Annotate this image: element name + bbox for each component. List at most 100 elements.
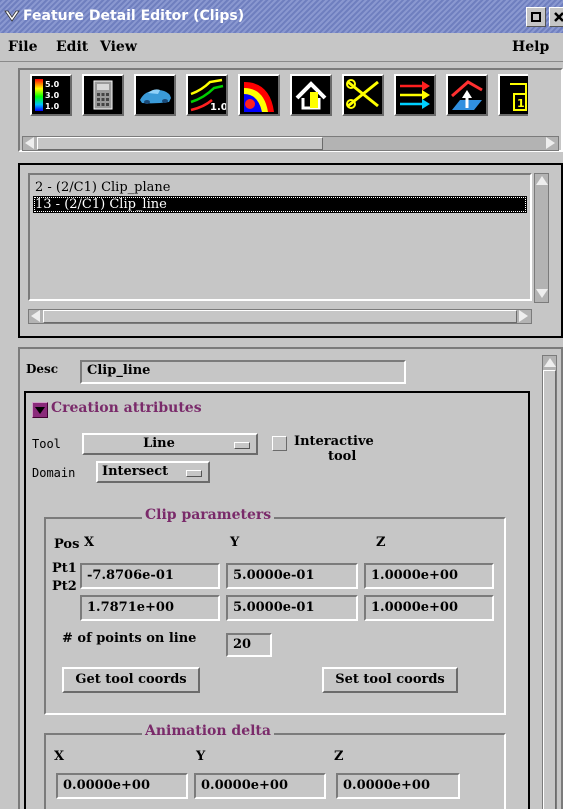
triangle-down-icon (35, 407, 45, 414)
clip-button[interactable] (342, 74, 384, 116)
feature-list[interactable]: 2 - (2/C1) Clip_plane 13 - (2/C1) Clip_l… (28, 173, 532, 301)
pt1-z-field[interactable]: 1.0000e+00 (364, 563, 494, 589)
list-hscrollbar[interactable] (28, 309, 532, 324)
pt2-x-field[interactable]: 1.7871e+00 (80, 595, 220, 621)
get-tool-coords-button[interactable]: Get tool coords (62, 667, 200, 693)
list-item[interactable]: 2 - (2/C1) Clip_plane (33, 179, 527, 196)
minimize-icon (531, 12, 541, 22)
scroll-right-icon[interactable] (546, 137, 555, 149)
collapse-toggle[interactable] (32, 402, 48, 418)
menu-view[interactable]: View (100, 39, 137, 55)
isosurface-button[interactable] (238, 74, 280, 116)
toolbar-scroll-thumb[interactable] (37, 137, 323, 150)
elevate-button[interactable] (446, 74, 488, 116)
clip-parameters-group: Clip parameters Pos X Y Z Pt1 Pt2 -7.870… (44, 507, 506, 715)
anim-y-field[interactable]: 0.0000e+00 (194, 773, 326, 799)
tool-select[interactable]: Line (82, 433, 258, 455)
feature-list-frame: 2 - (2/C1) Clip_plane 13 - (2/C1) Clip_l… (18, 163, 563, 338)
num-points-field[interactable]: 20 (226, 633, 272, 657)
option-menu-icon (234, 442, 250, 449)
pt2-z-field[interactable]: 1.0000e+00 (364, 595, 494, 621)
pt1-y-field[interactable]: 5.0000e-01 (226, 563, 358, 589)
contour-value-label: 1.0 (210, 102, 226, 113)
contour-lines-icon: 1.0 (190, 78, 228, 113)
pt2-label: Pt2 (52, 579, 77, 594)
creation-attributes-title: Creation attributes (51, 400, 202, 416)
clip-parameters-title: Clip parameters (142, 507, 275, 523)
isosurface-icon (244, 82, 274, 112)
contour-button[interactable]: 1.0 (186, 74, 228, 116)
tool-select-value: Line (143, 436, 175, 451)
desc-field[interactable]: Clip_line (80, 360, 406, 384)
pt1-label: Pt1 (52, 561, 77, 576)
tool-label: Tool (32, 437, 61, 451)
set-tool-coords-button[interactable]: Set tool coords (322, 667, 458, 693)
car-model-icon (140, 89, 171, 104)
x-column-label: X (84, 535, 95, 550)
minimize-button[interactable] (526, 7, 546, 27)
panel-scroll-thumb[interactable] (543, 370, 556, 809)
domain-select[interactable]: Intersect (96, 461, 210, 483)
list-scroll-thumb[interactable] (43, 310, 517, 323)
pos-label: Pos (54, 537, 80, 552)
domain-select-value: Intersect (102, 464, 169, 479)
home-icon (295, 81, 327, 110)
scroll-down-icon[interactable] (536, 289, 548, 298)
frame-digit: 1 (517, 97, 525, 110)
domain-label: Domain (32, 466, 76, 480)
feature-detail-editor-window: Feature Detail Editor (Clips) File Edit … (0, 0, 563, 809)
legend-value-2: 3.0 (45, 91, 60, 100)
creation-attributes-frame: Creation attributes Tool Line Interactiv… (24, 391, 530, 809)
color-legend-icon: 5.0 3.0 1.0 (35, 79, 60, 111)
home-button[interactable] (290, 74, 332, 116)
scroll-up-icon[interactable] (536, 176, 548, 185)
menu-edit[interactable]: Edit (56, 39, 88, 55)
elevate-surface-icon (451, 80, 483, 110)
menu-bar: File Edit View Help (0, 33, 563, 62)
icon-toolbar: 5.0 3.0 1.0 1.0 1 (18, 68, 563, 152)
interactive-label: Interactive (294, 434, 374, 449)
calculator-icon (93, 80, 113, 110)
anim-x-field[interactable]: 0.0000e+00 (56, 773, 188, 799)
interactive-tool-checkbox[interactable] (272, 436, 287, 451)
calculator-button[interactable] (82, 74, 124, 116)
menu-help[interactable]: Help (512, 39, 549, 55)
anim-z-field[interactable]: 0.0000e+00 (336, 773, 460, 799)
frame-button[interactable]: 1 (498, 74, 528, 116)
panel-vscrollbar[interactable] (542, 355, 557, 809)
option-menu-icon (186, 470, 202, 477)
detail-panel: Desc Clip_line Creation attributes Tool … (18, 347, 563, 809)
pt1-x-field[interactable]: -7.8706e-01 (80, 563, 220, 589)
model-button[interactable] (134, 74, 176, 116)
pt2-y-field[interactable]: 5.0000e-01 (226, 595, 358, 621)
window-menu-icon[interactable] (4, 9, 20, 23)
animation-delta-title: Animation delta (142, 723, 274, 739)
scroll-right-icon[interactable] (519, 310, 528, 322)
color-legend-button[interactable]: 5.0 3.0 1.0 (30, 74, 72, 116)
frame-icon: 1 (510, 83, 527, 111)
interactive-tool-label: tool (328, 449, 357, 464)
z-column-label: Z (376, 535, 386, 550)
num-points-label: # of points on line (62, 631, 197, 646)
scroll-up-icon[interactable] (544, 358, 556, 367)
legend-value-1: 5.0 (45, 80, 60, 89)
legend-value-3: 1.0 (45, 102, 60, 111)
scroll-left-icon[interactable] (25, 137, 34, 149)
close-button[interactable] (549, 7, 563, 27)
close-icon (554, 12, 563, 22)
vector-arrows-icon (400, 81, 430, 109)
y-column-label: Y (230, 535, 240, 550)
anim-z-label: Z (334, 749, 344, 764)
list-vscrollbar[interactable] (534, 173, 549, 303)
list-item-selected[interactable]: 13 - (2/C1) Clip_line (33, 196, 527, 213)
menu-file[interactable]: File (8, 39, 37, 55)
window-title: Feature Detail Editor (Clips) (23, 8, 245, 24)
animation-delta-group: Animation delta X Y Z 0.0000e+00 0.0000e… (44, 723, 506, 809)
anim-x-label: X (54, 749, 65, 764)
vector-button[interactable] (394, 74, 436, 116)
scroll-left-icon[interactable] (31, 310, 40, 322)
anim-y-label: Y (196, 749, 206, 764)
title-bar[interactable]: Feature Detail Editor (Clips) (0, 0, 563, 33)
toolbar-hscrollbar[interactable] (22, 136, 559, 151)
clip-scissors-icon (346, 79, 379, 109)
